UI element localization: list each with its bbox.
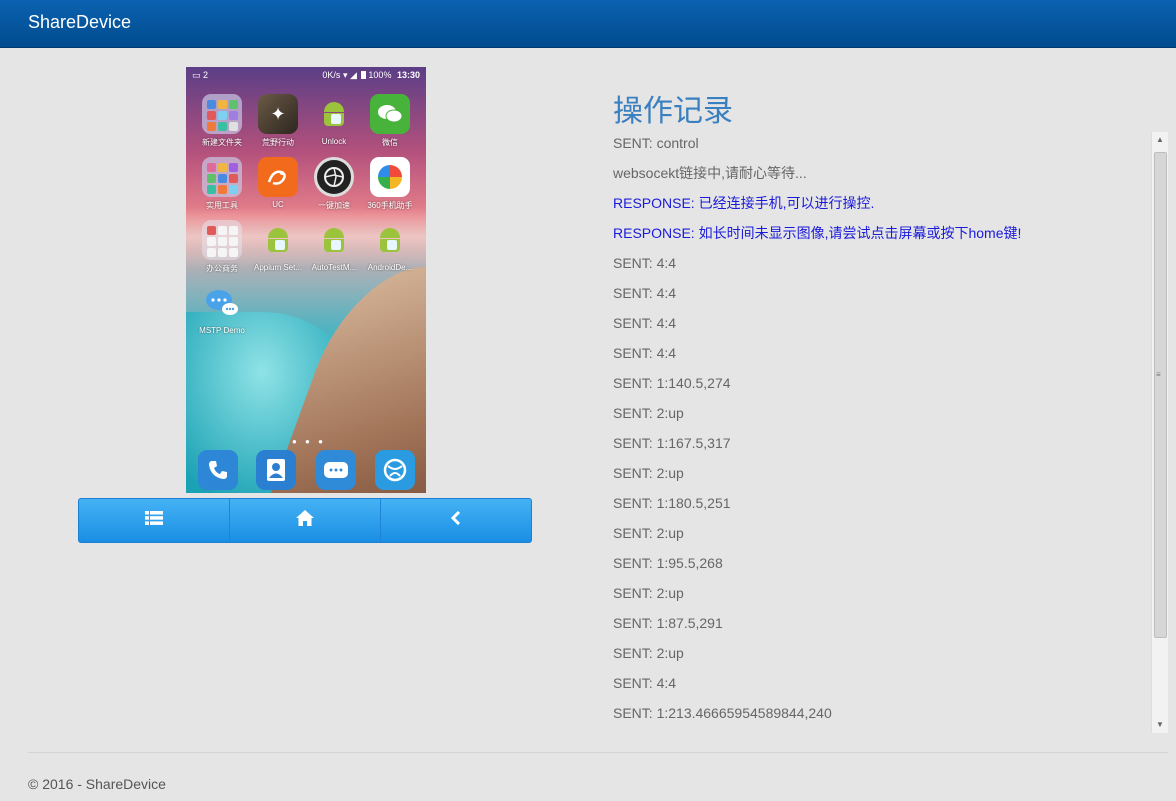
log-entry: SENT: 1:95.5,268 bbox=[613, 555, 723, 571]
360-assistant-icon bbox=[370, 157, 410, 197]
log-entry: SENT: 1:213.46665954589844,240 bbox=[613, 705, 832, 721]
list-icon bbox=[145, 510, 163, 531]
log-entry: SENT: 2:up bbox=[613, 525, 684, 541]
log-entry: SENT: 2:up bbox=[613, 585, 684, 601]
log-entry: SENT: 2:up bbox=[613, 465, 684, 481]
log-entry: SENT: 2:up bbox=[613, 645, 684, 661]
log-entry: SENT: 4:4 bbox=[613, 675, 677, 691]
uc-browser-icon bbox=[258, 157, 298, 197]
folder-icon bbox=[202, 94, 242, 134]
app-autotest[interactable]: AutoTestM... bbox=[306, 220, 362, 272]
game-icon: ✦ bbox=[258, 94, 298, 134]
contacts-icon[interactable] bbox=[256, 450, 296, 490]
log-entry: SENT: 1:87.5,291 bbox=[613, 615, 723, 631]
grip-icon: ≡ bbox=[1156, 370, 1161, 379]
android-icon bbox=[314, 94, 354, 134]
scroll-down-icon[interactable]: ▼ bbox=[1152, 717, 1168, 733]
folder-icon bbox=[202, 157, 242, 197]
app-mstp-demo[interactable]: MSTP Demo bbox=[194, 283, 250, 335]
android-icon bbox=[370, 220, 410, 260]
log-entry: SENT: control bbox=[613, 135, 699, 151]
android-icon bbox=[314, 220, 354, 260]
speedup-icon bbox=[314, 157, 354, 197]
device-status-bar: ▭ 2 0K/s ▾ ◢ 100% 13:30 bbox=[186, 67, 426, 83]
folder-icon bbox=[202, 220, 242, 260]
log-entry: SENT: 1:180.5,251 bbox=[613, 495, 731, 511]
log-entry: SENT: 1:140.5,274 bbox=[613, 375, 731, 391]
browser-icon[interactable] bbox=[375, 450, 415, 490]
navbar: ShareDevice bbox=[0, 0, 1176, 48]
network-speed: 0K/s bbox=[322, 70, 341, 80]
notification-icon: ▭ bbox=[192, 70, 201, 80]
app-androidde[interactable]: AndroidDe... bbox=[362, 220, 418, 272]
log-entry: SENT: 4:4 bbox=[613, 345, 677, 361]
scrollbar-thumb[interactable] bbox=[1154, 152, 1167, 638]
brand-link[interactable]: ShareDevice bbox=[28, 12, 131, 33]
app-360[interactable]: 360手机助手 bbox=[362, 157, 418, 211]
battery-icon bbox=[361, 71, 367, 79]
log-entry: websocekt链接中,请耐心等待... bbox=[613, 165, 807, 181]
chevron-left-icon bbox=[450, 510, 462, 530]
device-control-bar bbox=[78, 498, 532, 543]
home-button[interactable] bbox=[230, 499, 381, 542]
notification-count: 2 bbox=[203, 70, 209, 80]
footer-text: © 2016 - ShareDevice bbox=[28, 776, 166, 792]
back-button[interactable] bbox=[381, 499, 531, 542]
signal-icon: ◢ bbox=[349, 70, 357, 80]
app-game[interactable]: ✦ 荒野行动 bbox=[250, 94, 306, 148]
menu-button[interactable] bbox=[79, 499, 230, 542]
log-entry: SENT: 4:4 bbox=[613, 285, 677, 301]
log-entry: RESPONSE: 已经连接手机,可以进行操控. bbox=[613, 195, 875, 211]
log-title: 操作记录 bbox=[613, 95, 733, 128]
app-appium-settings[interactable]: Appium Set... bbox=[250, 220, 306, 272]
wechat-icon bbox=[370, 94, 410, 134]
app-tools-folder[interactable]: 实用工具 bbox=[194, 157, 250, 211]
home-icon bbox=[296, 510, 314, 531]
log-scrollbar[interactable]: ▲ ≡ ▼ bbox=[1151, 132, 1168, 733]
log-entry: SENT: 2:up bbox=[613, 405, 684, 421]
app-unlock[interactable]: Unlock bbox=[306, 94, 362, 146]
operation-log[interactable]: SENT: control websocekt链接中,请耐心等待... RESPON… bbox=[613, 128, 1148, 733]
app-new-folder[interactable]: 新建文件夹 bbox=[194, 94, 250, 148]
log-entry: SENT: 4:4 bbox=[613, 315, 677, 331]
scroll-up-icon[interactable]: ▲ bbox=[1152, 132, 1168, 148]
phone-icon[interactable] bbox=[198, 450, 238, 490]
log-entry: SENT: 1:167.5,317 bbox=[613, 435, 731, 451]
log-entry: RESPONSE: 如长时间未显示图像,请尝试点击屏幕或按下home键! bbox=[613, 225, 1022, 241]
page-indicator: ● ● ● bbox=[292, 437, 326, 446]
android-icon bbox=[258, 220, 298, 260]
log-entry: SENT: 4:4 bbox=[613, 255, 677, 271]
chat-icon bbox=[202, 283, 242, 323]
app-wechat[interactable]: 微信 bbox=[362, 94, 418, 148]
footer-divider bbox=[28, 752, 1168, 753]
app-uc[interactable]: UC bbox=[250, 157, 306, 209]
device-screen[interactable]: ▭ 2 0K/s ▾ ◢ 100% 13:30 新建文件夹 ✦ 荒野行动 Unl… bbox=[186, 67, 426, 493]
battery-level: 100% bbox=[368, 70, 392, 80]
wifi-icon: ▾ bbox=[342, 70, 348, 80]
messages-icon[interactable] bbox=[316, 450, 356, 490]
app-speedup[interactable]: 一键加速 bbox=[306, 157, 362, 211]
device-clock: 13:30 bbox=[396, 70, 420, 80]
app-office-folder[interactable]: 办公商务 bbox=[194, 220, 250, 274]
